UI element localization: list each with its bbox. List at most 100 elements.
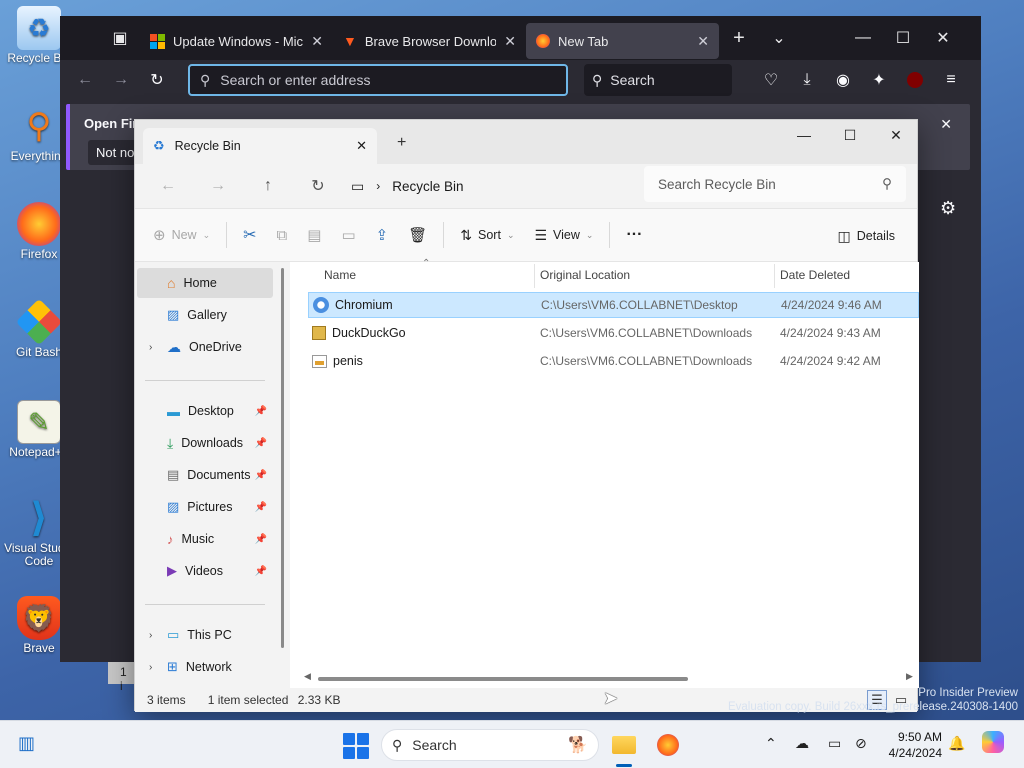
minimize-button[interactable]: — [843, 20, 883, 56]
column-divider[interactable] [534, 264, 535, 288]
scroll-left-icon[interactable]: ◀ [304, 671, 311, 682]
close-tab-icon[interactable]: ✕ [311, 33, 323, 50]
magnifier-icon: ⚲ [26, 107, 52, 145]
table-row[interactable]: DuckDuckGo C:\Users\VM6.COLLABNET\Downlo… [308, 320, 919, 346]
pocket-icon[interactable]: ♡ [754, 64, 788, 96]
horizontal-scrollbar[interactable]: ◀ ▶ [304, 671, 913, 684]
divider [226, 222, 228, 248]
nav-item-music[interactable]: ♪ Music 📌 [137, 524, 273, 554]
nav-item-desktop[interactable]: ▬ Desktop 📌 [137, 396, 273, 426]
downloads-icon[interactable]: ⤓ [790, 64, 824, 96]
details-label: Details [856, 229, 895, 243]
firefox-tab[interactable]: Update Windows - Micro ✕ [140, 23, 333, 59]
close-tab-icon[interactable]: ✕ [356, 138, 367, 154]
document-icon: ▤ [167, 467, 180, 482]
back-arrow-icon[interactable]: ← [68, 64, 102, 96]
sort-button[interactable]: ⇅ Sort ⌄ [452, 218, 522, 252]
chevron-right-icon[interactable]: › [149, 662, 152, 673]
download-arrow-icon: ⤓ [167, 434, 174, 451]
scroll-right-icon[interactable]: ▶ [906, 671, 913, 682]
notification-bell-icon[interactable]: 🔔 [948, 735, 965, 752]
details-pane-button[interactable]: ◫ Details [830, 219, 903, 253]
picture-icon: ▨ [167, 499, 180, 514]
new-tab-plus-icon[interactable]: + [719, 20, 759, 56]
reload-icon[interactable]: ↻ [140, 64, 174, 96]
nav-item-downloads[interactable]: ⤓ Downloads 📌 [137, 428, 273, 458]
widgets-icon[interactable]: ▥ [18, 733, 44, 757]
scroll-thumb[interactable] [318, 677, 688, 681]
firefox-tab-strip: ▣ Update Windows - Micro ✕ ▼ Brave Brows… [60, 16, 981, 60]
view-button[interactable]: ☰ View ⌄ [526, 218, 601, 252]
search-icon: ⚲ [200, 71, 211, 88]
close-notice-icon[interactable]: ✕ [940, 116, 952, 133]
nav-item-pictures[interactable]: ▨ Pictures 📌 [137, 492, 273, 522]
account-icon[interactable]: ◉ [826, 64, 860, 96]
start-button[interactable] [343, 733, 369, 759]
breadcrumb[interactable]: ▭ › Recycle Bin [345, 178, 585, 195]
refresh-icon[interactable]: ↻ [295, 170, 341, 202]
share-button[interactable]: ⇪ [368, 218, 397, 252]
back-arrow-icon[interactable]: ← [145, 170, 191, 202]
taskbar-file-explorer[interactable] [606, 729, 642, 767]
taskbar-firefox[interactable] [650, 729, 686, 761]
nav-item-home[interactable]: ⌂ Home [137, 268, 273, 298]
chevron-right-icon[interactable]: › [149, 630, 152, 641]
paste-button[interactable]: ▤ [299, 218, 329, 252]
close-window-button[interactable]: ✕ [923, 20, 963, 56]
clock[interactable]: 9:50 AM 4/24/2024 [880, 729, 942, 761]
nav-item-this-pc[interactable]: › ▭ This PC [137, 620, 273, 650]
list-tabs-chevron-icon[interactable]: ⌄ [759, 20, 799, 56]
maximize-button[interactable]: ☐ [827, 120, 873, 150]
firefox-tab-active[interactable]: New Tab ✕ [526, 23, 719, 59]
trash-icon: 🗑 [408, 227, 428, 244]
url-bar[interactable]: ⚲ Search or enter address [188, 64, 568, 96]
close-window-button[interactable]: ✕ [873, 120, 919, 150]
new-button[interactable]: ⊕ New ⌄ [145, 218, 218, 252]
nav-item-videos[interactable]: ▶ Videos 📌 [137, 556, 273, 586]
copy-button[interactable]: ⧉ [269, 218, 296, 252]
explorer-search-box[interactable]: Search Recycle Bin ⚲ [644, 166, 906, 202]
search-bar[interactable]: ⚲ Search [584, 64, 732, 96]
new-tab-plus-icon[interactable]: + [397, 134, 406, 152]
minimize-button[interactable]: — [781, 120, 827, 150]
column-divider[interactable] [774, 264, 775, 288]
chevron-up-icon[interactable]: ⌃ [765, 735, 777, 752]
extensions-icon[interactable]: ✦ [862, 64, 896, 96]
forward-arrow-icon[interactable]: → [195, 170, 241, 202]
table-row[interactable]: Chromium C:\Users\VM6.COLLABNET\Desktop … [308, 292, 919, 318]
rename-button[interactable]: ▭ [333, 218, 363, 252]
delete-button[interactable]: 🗑 [400, 218, 435, 252]
up-arrow-icon[interactable]: ↑ [245, 170, 291, 202]
nav-item-network[interactable]: › ⊞ Network [137, 652, 273, 682]
display-icon[interactable]: ▭ [828, 735, 841, 752]
recycle-bin-icon: ♻ [17, 6, 61, 50]
nav-item-gallery[interactable]: ▨ Gallery [137, 300, 273, 330]
firefox-tab[interactable]: ▼ Brave Browser Download ✕ [333, 23, 526, 59]
explorer-tab[interactable]: ♻ Recycle Bin ✕ [143, 128, 377, 164]
forward-arrow-icon[interactable]: → [104, 64, 138, 96]
close-tab-icon[interactable]: ✕ [504, 33, 516, 50]
chevron-right-icon[interactable]: › [149, 342, 152, 353]
selection-info: 1 item selected 2.33 KB [208, 693, 341, 707]
column-header-name[interactable]: Name [324, 262, 356, 288]
network-status-icon[interactable]: ⊘ [855, 735, 867, 752]
nav-item-documents[interactable]: ▤ Documents 📌 [137, 460, 273, 490]
menu-hamburger-icon[interactable]: ≡ [934, 64, 968, 96]
cut-button[interactable]: ✂ [235, 218, 264, 252]
more-options-button[interactable]: ··· [618, 218, 650, 252]
close-tab-icon[interactable]: ✕ [697, 33, 709, 50]
ublock-icon[interactable] [898, 64, 932, 96]
maximize-button[interactable]: ☐ [883, 20, 923, 56]
firefox-view-icon[interactable]: ▣ [100, 20, 140, 56]
taskbar-search[interactable]: ⚲ Search 🐕 [381, 729, 599, 761]
chevron-down-icon: ⌄ [202, 229, 211, 240]
nav-item-onedrive[interactable]: › ☁ OneDrive [137, 332, 273, 362]
nav-scrollbar[interactable] [281, 268, 284, 648]
onedrive-offline-icon[interactable]: ☁ [795, 735, 809, 752]
column-header-location[interactable]: Original Location [540, 262, 630, 288]
table-row[interactable]: penis C:\Users\VM6.COLLABNET\Downloads 4… [308, 348, 919, 374]
gear-icon[interactable]: ⚙ [940, 198, 956, 219]
column-header-date-deleted[interactable]: Date Deleted [780, 262, 850, 288]
build-watermark: Pro Insider Preview Evaluation copy. Bui… [728, 686, 1018, 714]
copilot-icon[interactable] [982, 731, 1004, 753]
